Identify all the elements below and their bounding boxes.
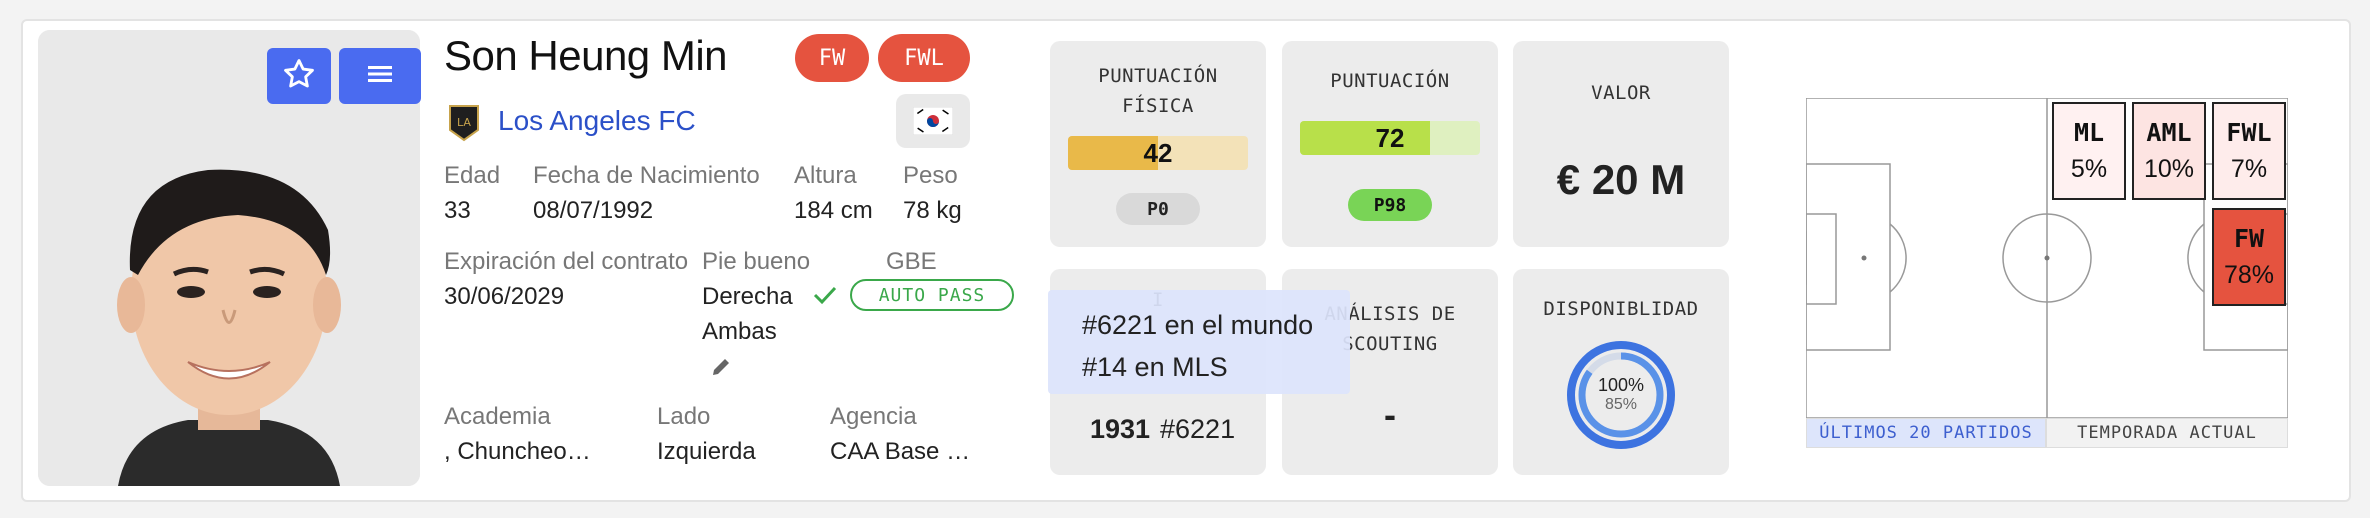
- score-value: 72: [1375, 122, 1405, 153]
- star-icon: [282, 57, 316, 96]
- tab-current-season[interactable]: TEMPORADA ACTUAL: [2046, 418, 2288, 448]
- heatmap-zone-ml: ML 5%: [2052, 102, 2126, 200]
- heatmap-zone-fw: FW 78%: [2212, 208, 2286, 306]
- availability-title: DISPONIBLIDAD: [1543, 298, 1699, 320]
- heatmap-zone-fwl: FWL 7%: [2212, 102, 2286, 200]
- score-bar: 72: [1300, 121, 1480, 155]
- heatmap-zone-percent: 7%: [2230, 155, 2268, 183]
- tooltip-world-rank: #6221 en el mundo: [1082, 310, 1314, 340]
- physical-score-bar: 42: [1068, 136, 1248, 170]
- score-percentile-pill: P98: [1348, 189, 1432, 221]
- score-tile: PUNTUACIÓN 72 P98: [1282, 41, 1498, 247]
- ranking-world: #6221: [1160, 414, 1236, 444]
- score-title: PUNTUACIÓN: [1330, 70, 1450, 92]
- agency-value: CAA Base …: [830, 438, 971, 465]
- academy-value: , Chuncheo…: [444, 438, 591, 465]
- korea-flag-icon: [913, 107, 953, 135]
- side-value: Izquierda: [657, 438, 756, 465]
- heatmap-zone-label: FW: [2233, 224, 2265, 253]
- weight-value: 78 kg: [903, 197, 962, 224]
- agency-label: Agencia: [830, 403, 917, 430]
- dob-label: Fecha de Nacimiento: [533, 162, 760, 189]
- physical-score-tile: PUNTUACIÓN FÍSICA 42 P0: [1050, 41, 1266, 247]
- club-link[interactable]: Los Angeles FC: [498, 105, 696, 137]
- physical-score-title: PUNTUACIÓN FÍSICA: [1098, 65, 1218, 117]
- side-label: Lado: [657, 403, 711, 430]
- tooltip-league-rank: #14 en MLS: [1082, 352, 1228, 382]
- heatmap-zone-percent: 5%: [2070, 155, 2108, 183]
- foot-primary-value: Derecha: [702, 283, 793, 310]
- academy-label: Academia: [444, 403, 551, 430]
- menu-button[interactable]: [339, 48, 421, 104]
- heatmap-zone-label: ML: [2073, 118, 2105, 147]
- availability-tile: DISPONIBLIDAD 100% 85%: [1513, 269, 1729, 475]
- svg-text:LA: LA: [457, 116, 471, 129]
- check-icon: [812, 284, 838, 311]
- availability-outer-value: 100%: [1597, 375, 1645, 395]
- edit-pencil-icon[interactable]: [710, 356, 732, 383]
- contract-label: Expiración del contrato: [444, 248, 689, 275]
- position-badge-fwl: FWL: [878, 34, 970, 82]
- favorite-button[interactable]: [267, 48, 331, 104]
- dob-value: 08/07/1992: [533, 197, 654, 224]
- ranking-number: 1931: [1090, 414, 1151, 444]
- club-logo-icon: LA: [448, 104, 480, 142]
- gbe-label: GBE: [886, 248, 937, 275]
- position-heatmap: ML 5% AML 10% FWL 7% FW 78%: [1806, 98, 2288, 418]
- availability-inner-value: 85%: [1604, 396, 1638, 413]
- gbe-status-badge: AUTO PASS: [850, 279, 1014, 311]
- age-value: 33: [444, 197, 471, 224]
- contract-value: 30/06/2029: [444, 283, 565, 310]
- value-title: VALOR: [1591, 82, 1651, 104]
- heatmap-zone-label: FWL: [2226, 118, 2272, 147]
- heatmap-zone-aml: AML 10%: [2132, 102, 2206, 200]
- tab-last-20-matches[interactable]: ÚLTIMOS 20 PARTIDOS: [1806, 418, 2046, 448]
- heatmap-zone-label: AML: [2146, 118, 2192, 147]
- ranking-tooltip: #6221 en el mundo #14 en MLS: [1048, 290, 1350, 394]
- heatmap-zone-percent: 10%: [2143, 155, 2195, 183]
- height-value: 184 cm: [794, 197, 873, 224]
- scouting-value: -: [1384, 394, 1396, 435]
- player-name: Son Heung Min: [444, 32, 728, 79]
- value-tile: VALOR € 20 M: [1513, 41, 1729, 247]
- heatmap-zone-percent: 78%: [2223, 261, 2275, 289]
- height-label: Altura: [794, 162, 857, 189]
- hamburger-menu-icon: [366, 63, 394, 90]
- age-label: Edad: [444, 162, 501, 189]
- foot-secondary-value: Ambas: [702, 318, 777, 345]
- nationality-flag: [896, 94, 970, 148]
- physical-percentile-pill: P0: [1116, 193, 1200, 225]
- position-badge-fw: FW: [795, 34, 869, 82]
- physical-score-value: 42: [1143, 137, 1173, 168]
- market-value: € 20 M: [1556, 156, 1686, 203]
- weight-label: Peso: [903, 162, 958, 189]
- foot-label: Pie bueno: [702, 248, 811, 275]
